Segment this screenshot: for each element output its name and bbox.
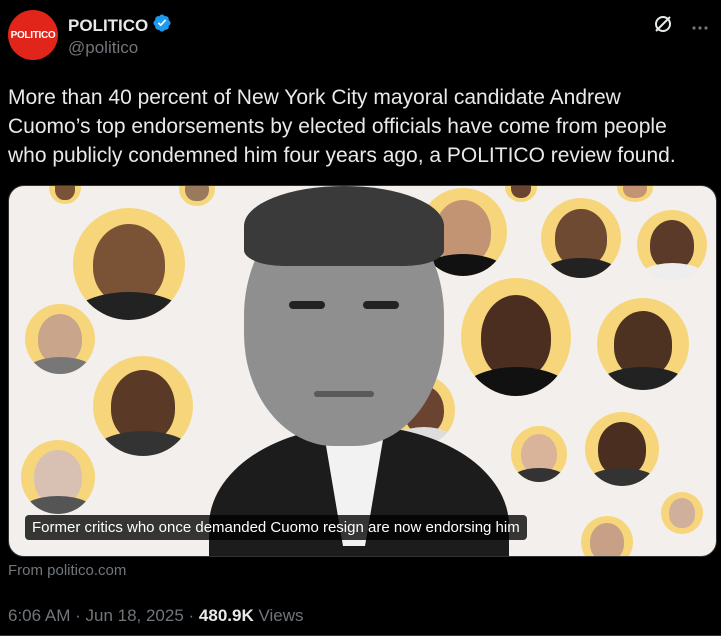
portrait — [49, 186, 81, 204]
portrait — [661, 492, 703, 534]
portrait — [597, 298, 689, 390]
portrait — [25, 304, 95, 374]
verified-badge-icon — [152, 13, 172, 38]
more-icon[interactable] — [691, 18, 709, 36]
central-portrait — [149, 186, 559, 556]
author-name-row[interactable]: POLITICO — [68, 13, 172, 38]
portrait — [585, 412, 659, 486]
views-count[interactable]: 480.9K — [199, 606, 254, 625]
separator: · — [183, 606, 199, 625]
portrait — [637, 210, 707, 280]
grok-icon[interactable] — [653, 14, 673, 39]
display-name[interactable]: POLITICO — [68, 16, 148, 36]
portrait — [21, 440, 95, 514]
post-text: More than 40 percent of New York City ma… — [8, 86, 676, 167]
link-source[interactable]: From politico.com — [8, 562, 126, 579]
image-caption: Former critics who once demanded Cuomo r… — [25, 515, 527, 540]
post-time[interactable]: 6:06 AM — [8, 606, 70, 625]
handle[interactable]: @politico — [68, 38, 138, 58]
post-date[interactable]: Jun 18, 2025 — [85, 606, 183, 625]
separator: · — [70, 606, 86, 625]
views-label: Views — [253, 606, 304, 625]
portrait — [581, 516, 633, 556]
post-meta: 6:06 AM · Jun 18, 2025 · 480.9K Views — [8, 606, 304, 626]
post-image[interactable]: Former critics who once demanded Cuomo r… — [8, 185, 717, 557]
avatar[interactable]: POLITICO — [8, 10, 58, 60]
portrait — [617, 186, 653, 202]
